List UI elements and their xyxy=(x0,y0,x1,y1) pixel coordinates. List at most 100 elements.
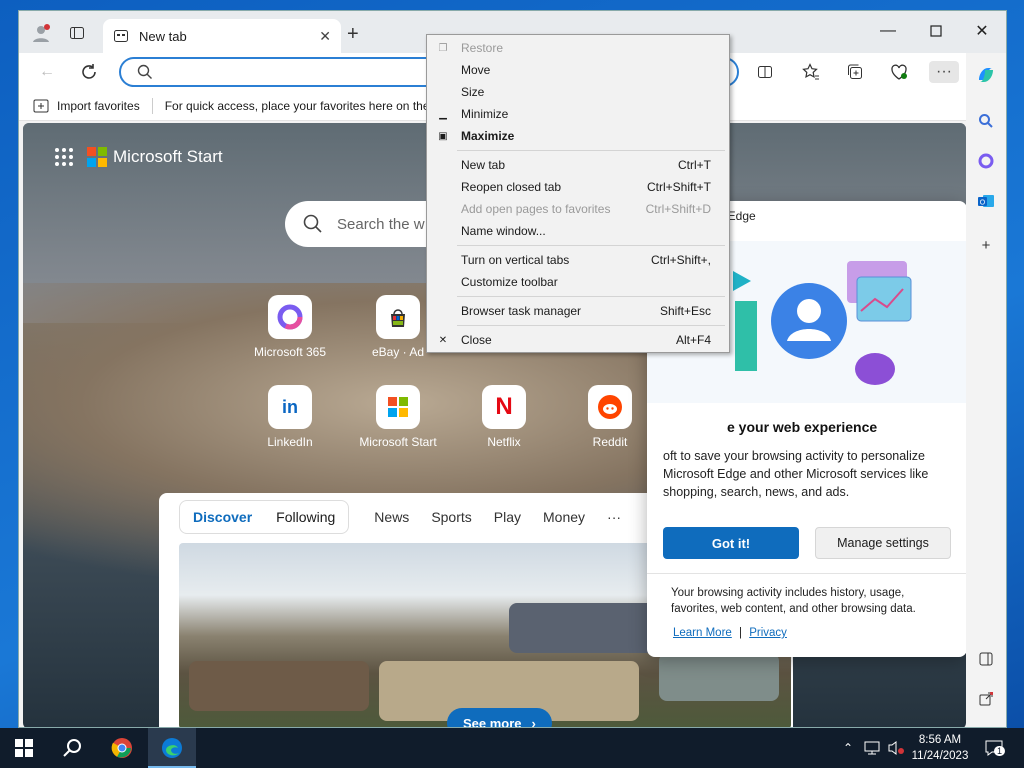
taskbar: ⌃ 8:56 AM 11/24/2023 1 xyxy=(0,728,1024,768)
menu-item-task-manager[interactable]: Browser task manager Shift+Esc xyxy=(427,300,729,322)
quick-link-label: Microsoft Start xyxy=(359,435,437,449)
import-favorites-icon xyxy=(33,99,49,112)
reddit-icon xyxy=(588,385,632,429)
import-favorites-link[interactable]: Import favorites xyxy=(57,99,140,113)
quick-link-microsoft-start[interactable]: Microsoft Start xyxy=(353,385,443,449)
quick-link-label: LinkedIn xyxy=(267,435,313,449)
menu-item-reopen-closed-tab[interactable]: Reopen closed tab Ctrl+Shift+T xyxy=(427,176,729,198)
minimize-window-button[interactable]: — xyxy=(865,17,911,45)
learn-more-link[interactable]: Learn More xyxy=(673,627,732,639)
menu-item-add-pages-to-favorites[interactable]: Add open pages to favorites Ctrl+Shift+D xyxy=(427,198,729,220)
menu-separator xyxy=(457,325,725,326)
menu-item-maximize[interactable]: ▣ Maximize xyxy=(427,125,729,147)
sidebar-search-icon[interactable] xyxy=(974,109,998,133)
collections-icon[interactable] xyxy=(843,61,867,83)
got-it-button[interactable]: Got it! xyxy=(663,527,799,559)
privacy-link[interactable]: Privacy xyxy=(749,627,787,639)
quick-link-netflix[interactable]: N Netflix xyxy=(459,385,549,449)
edge-taskbar-icon[interactable] xyxy=(160,736,184,760)
ebay-icon xyxy=(376,295,420,339)
minimize-icon: ▁ xyxy=(439,108,447,120)
search-icon xyxy=(137,64,153,83)
favorites-hint: For quick access, place your favorites h… xyxy=(164,98,430,113)
menu-item-minimize[interactable]: ▁ Minimize xyxy=(427,103,729,125)
volume-muted-icon[interactable] xyxy=(884,736,908,760)
web-search-placeholder: Search the w xyxy=(337,215,425,233)
quick-link-microsoft-365[interactable]: Microsoft 365 xyxy=(245,295,335,359)
microsoft-start-icon xyxy=(376,385,420,429)
chrome-icon[interactable] xyxy=(110,736,134,760)
menu-item-customize-toolbar[interactable]: Customize toolbar xyxy=(427,271,729,293)
netflix-icon: N xyxy=(482,385,526,429)
favorites-icon[interactable] xyxy=(799,61,823,83)
windows-start-icon[interactable] xyxy=(12,736,36,760)
show-hidden-icons-icon[interactable]: ⌃ xyxy=(836,736,860,760)
tab-new-tab[interactable]: New tab ✕ xyxy=(103,19,341,53)
app-launcher-icon[interactable] xyxy=(55,148,73,166)
restore-icon: ❐ xyxy=(438,42,448,54)
browser-essentials-icon[interactable] xyxy=(887,61,911,83)
chevron-right-icon: › xyxy=(531,715,536,728)
network-icon[interactable] xyxy=(860,736,884,760)
menu-item-new-tab[interactable]: New tab Ctrl+T xyxy=(427,154,729,176)
add-sidebar-app-icon[interactable]: + xyxy=(974,233,998,257)
split-screen-icon[interactable] xyxy=(753,61,777,83)
quick-link-reddit[interactable]: Reddit xyxy=(565,385,655,449)
feed-tab-bar: Discover Following News Sports Play Mone… xyxy=(179,500,632,534)
outlook-icon[interactable]: O xyxy=(974,189,998,213)
tab-actions-icon[interactable] xyxy=(65,21,89,45)
search-icon xyxy=(303,214,322,233)
linkedin-icon: in xyxy=(268,385,312,429)
clock-time: 8:56 AM xyxy=(918,734,962,746)
quick-link-linkedin[interactable]: in LinkedIn xyxy=(245,385,335,449)
feed-more-icon[interactable]: ··· xyxy=(596,509,632,525)
copilot-icon[interactable] xyxy=(974,63,998,87)
taskbar-search-icon[interactable] xyxy=(60,736,84,760)
maximize-icon: ▣ xyxy=(438,130,448,142)
maximize-window-button[interactable] xyxy=(913,17,959,45)
menu-separator xyxy=(457,296,725,297)
manage-settings-button[interactable]: Manage settings xyxy=(815,527,951,559)
feed-mode-toggle: Discover Following xyxy=(179,500,350,534)
tab-play[interactable]: Play xyxy=(483,509,532,525)
close-tab-icon[interactable]: ✕ xyxy=(319,28,331,45)
menu-item-name-window[interactable]: Name window... xyxy=(427,220,729,242)
external-link-icon[interactable] xyxy=(974,687,998,711)
tab-news[interactable]: News xyxy=(363,509,420,525)
menu-item-size[interactable]: Size xyxy=(427,81,729,103)
close-window-button[interactable]: ✕ xyxy=(959,17,1005,45)
back-icon[interactable]: ← xyxy=(35,61,59,83)
profile-icon[interactable] xyxy=(29,21,53,45)
menu-separator xyxy=(457,245,725,246)
favorites-divider xyxy=(151,97,153,114)
link-separator: | xyxy=(739,627,743,639)
quick-link-label: Reddit xyxy=(592,435,628,449)
menu-item-move[interactable]: Move xyxy=(427,59,729,81)
menu-item-vertical-tabs[interactable]: Turn on vertical tabs Ctrl+Shift+, xyxy=(427,249,729,271)
ms-start-header: Microsoft Start xyxy=(55,147,223,167)
quick-link-label: eBay · Ad xyxy=(371,345,425,359)
notifications-icon[interactable]: 1 xyxy=(982,736,1006,760)
new-tab-page-icon xyxy=(114,30,128,42)
tab-discover[interactable]: Discover xyxy=(183,504,262,530)
menu-item-restore[interactable]: ❐ Restore xyxy=(427,37,729,59)
microsoft-365-icon xyxy=(268,295,312,339)
brand-title: Microsoft Start xyxy=(113,147,223,166)
popup-divider xyxy=(647,573,966,574)
see-more-button[interactable]: See more › xyxy=(447,708,552,728)
car-image xyxy=(659,653,779,701)
tab-following[interactable]: Following xyxy=(266,504,345,530)
refresh-icon[interactable] xyxy=(77,61,101,83)
hide-sidebar-icon[interactable] xyxy=(974,647,998,671)
settings-more-icon[interactable]: ··· xyxy=(929,61,959,83)
menu-item-close[interactable]: ✕ Close Alt+F4 xyxy=(427,329,729,351)
microsoft-365-sidebar-icon[interactable] xyxy=(974,149,998,173)
tab-money[interactable]: Money xyxy=(532,509,596,525)
popup-body: oft to save your browsing activity to pe… xyxy=(663,449,929,499)
system-clock[interactable]: 8:56 AM 11/24/2023 xyxy=(906,732,974,764)
tab-sports[interactable]: Sports xyxy=(420,509,482,525)
popup-links: Learn More | Privacy xyxy=(673,627,787,639)
notification-count: 1 xyxy=(994,746,1006,756)
quick-link-label: Netflix xyxy=(487,435,521,449)
new-tab-button[interactable]: + xyxy=(347,23,359,46)
